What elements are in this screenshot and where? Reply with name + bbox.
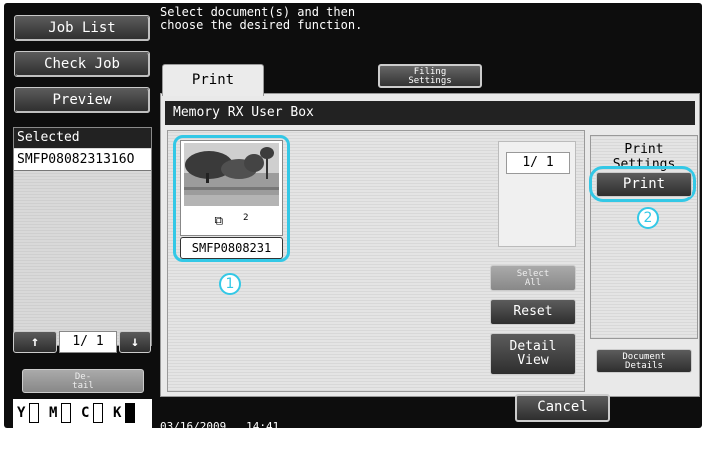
selected-documents-header: Selected Documents (14, 128, 151, 165)
tab-print[interactable]: Print (162, 64, 264, 96)
toner-bar-c (93, 403, 103, 423)
preview-button[interactable]: Preview (14, 87, 150, 113)
detail-button[interactable]: De- tail (22, 369, 144, 393)
date-time: 03/16/2009 14:41 (160, 420, 280, 433)
arrow-up-icon: ↑ (30, 334, 40, 350)
select-all-button[interactable]: Select All (490, 265, 576, 291)
callout-1: 1 (219, 273, 241, 295)
cancel-button[interactable]: Cancel (515, 394, 610, 422)
pages-icon: ⧉ (214, 213, 224, 228)
document-preview-image (184, 143, 279, 206)
page-indicator: 1/ 1 (506, 152, 570, 174)
check-job-button[interactable]: Check Job (14, 51, 150, 77)
scroll-up-button[interactable]: ↑ (13, 331, 57, 353)
toner-label-m: M (49, 405, 58, 421)
detail-view-button[interactable]: Detail View (490, 333, 576, 375)
job-list-button[interactable]: Job List (14, 15, 150, 41)
document-page-count: ⧉ 2 (184, 210, 279, 228)
selected-document-item[interactable]: SMFP0808231316O (14, 149, 151, 171)
toner-label-k: K (113, 405, 122, 421)
document-details-button[interactable]: Document Details (596, 349, 692, 373)
instruction-message: Select document(s) and then choose the d… (160, 5, 363, 32)
toner-label-c: C (81, 405, 90, 421)
callout-2: 2 (637, 207, 659, 229)
scroll-down-button[interactable]: ↓ (119, 331, 151, 353)
selected-documents-panel: Selected Documents SMFP0808231316O (13, 127, 152, 346)
toner-label-y: Y (17, 405, 26, 421)
reset-button[interactable]: Reset (490, 299, 576, 325)
toner-bar-k (125, 403, 135, 423)
arrow-down-icon: ↓ (130, 334, 140, 350)
toner-bar-y (29, 403, 39, 423)
print-button[interactable]: Print (596, 172, 692, 197)
toner-levels: Y M C K (13, 399, 152, 429)
toner-bar-m (61, 403, 71, 423)
status-bar: 03/16/2009 14:41 Memory 99% (160, 399, 390, 465)
document-name-label[interactable]: SMFP0808231 (180, 237, 283, 259)
memory-status: Memory 99% (160, 453, 280, 466)
box-title: Memory RX User Box (165, 101, 695, 125)
left-page-indicator: 1/ 1 (59, 331, 117, 353)
page-count-value: 2 (242, 212, 249, 223)
tab-filing-settings[interactable]: Filing Settings (378, 64, 482, 88)
